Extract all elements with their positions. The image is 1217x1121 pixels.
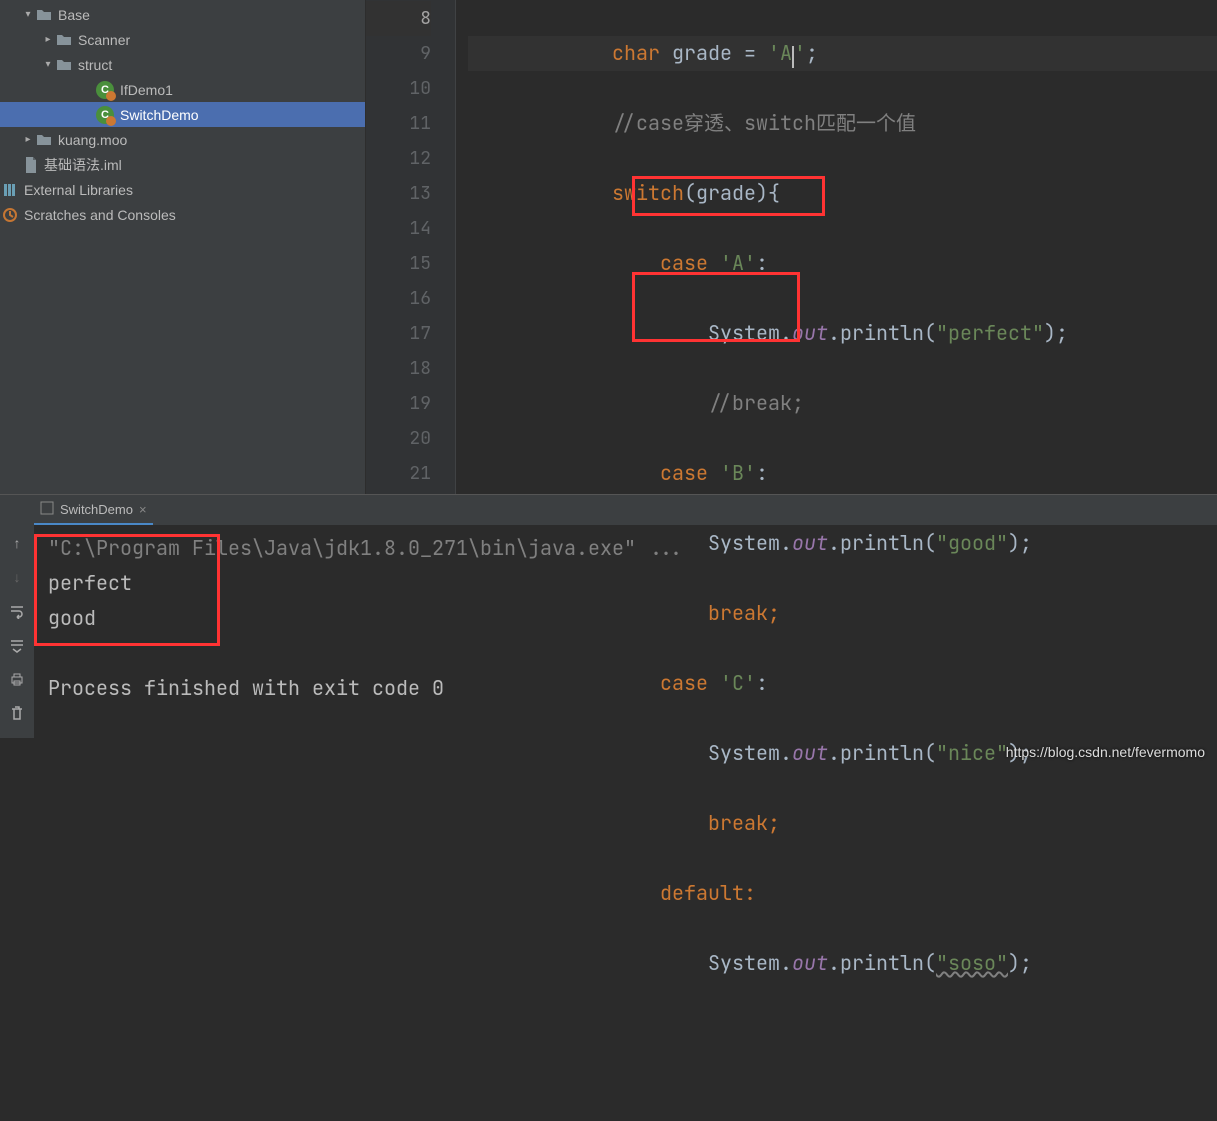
library-icon bbox=[2, 182, 18, 198]
tree-label: IfDemo1 bbox=[120, 82, 173, 98]
console-exit: Process finished with exit code 0 bbox=[48, 671, 1203, 706]
console-command: "C:\Program Files\Java\jdk1.8.0_271\bin\… bbox=[48, 531, 1203, 566]
console-area: SwitchDemo × ↑ ↓ "C:\Program Files\Java\… bbox=[0, 494, 1217, 766]
tree-scratches[interactable]: Scratches and Consoles bbox=[0, 202, 365, 227]
tree-file-iml[interactable]: 基础语法.iml bbox=[0, 152, 365, 177]
console-output[interactable]: "C:\Program Files\Java\jdk1.8.0_271\bin\… bbox=[34, 525, 1217, 738]
java-class-icon: C bbox=[96, 106, 114, 124]
console-tab-label: SwitchDemo bbox=[60, 502, 133, 517]
console-line: good bbox=[48, 601, 1203, 636]
line-number: 20 bbox=[366, 421, 431, 456]
folder-icon bbox=[56, 58, 72, 72]
line-number: 14 bbox=[366, 211, 431, 246]
line-number: 17 bbox=[366, 316, 431, 351]
line-number: 21 bbox=[366, 456, 431, 491]
folder-icon bbox=[56, 33, 72, 47]
file-icon bbox=[24, 157, 38, 173]
chevron-right-icon: ▸ bbox=[40, 34, 56, 45]
code-line[interactable]: break; bbox=[468, 806, 1217, 841]
tree-file-ifdemo[interactable]: C IfDemo1 bbox=[0, 77, 365, 102]
line-number: 10 bbox=[366, 71, 431, 106]
code-line[interactable]: //case穿透、switch匹配一个值 bbox=[468, 106, 1217, 141]
line-number: 9 bbox=[366, 36, 431, 71]
chevron-right-icon: ▸ bbox=[20, 134, 36, 145]
code-line[interactable]: char grade = 'A'; bbox=[468, 36, 1217, 71]
project-tree-sidebar[interactable]: ▾ Base ▸ Scanner ▾ struct C IfDemo1 bbox=[0, 0, 366, 494]
console-tab[interactable]: SwitchDemo × bbox=[34, 495, 153, 525]
caret bbox=[792, 46, 794, 68]
code-content[interactable]: char grade = 'A'; //case穿透、switch匹配一个值 s… bbox=[456, 0, 1217, 494]
scroll-down-icon[interactable]: ↓ bbox=[7, 567, 27, 587]
tree-folder-scanner[interactable]: ▸ Scanner bbox=[0, 27, 365, 52]
main-area: ▾ Base ▸ Scanner ▾ struct C IfDemo1 bbox=[0, 0, 1217, 494]
run-config-icon bbox=[40, 501, 54, 518]
line-number: 11 bbox=[366, 106, 431, 141]
line-number: 19 bbox=[366, 386, 431, 421]
line-gutter: 8 9 10 11 12 13 14 15 16 17 18 19 20 21 bbox=[366, 0, 456, 494]
tree-label: struct bbox=[78, 57, 112, 73]
code-line[interactable]: default: bbox=[468, 876, 1217, 911]
scroll-up-icon[interactable]: ↑ bbox=[7, 533, 27, 553]
tree-folder-base[interactable]: ▾ Base bbox=[0, 2, 365, 27]
tree-folder-struct[interactable]: ▾ struct bbox=[0, 52, 365, 77]
code-line[interactable]: case 'A': bbox=[468, 246, 1217, 281]
tree-label: Base bbox=[58, 7, 90, 23]
code-line[interactable]: System.out.println("perfect"); bbox=[468, 316, 1217, 351]
line-number: 13 bbox=[366, 176, 431, 211]
code-line[interactable]: //break; bbox=[468, 386, 1217, 421]
console-toolbar: ↑ ↓ bbox=[0, 525, 34, 738]
close-icon[interactable]: × bbox=[139, 502, 147, 517]
trash-icon[interactable] bbox=[7, 703, 27, 723]
line-number: 12 bbox=[366, 141, 431, 176]
java-class-icon: C bbox=[96, 81, 114, 99]
tree-file-switchdemo[interactable]: C SwitchDemo bbox=[0, 102, 365, 127]
folder-icon bbox=[36, 133, 52, 147]
tree-label: SwitchDemo bbox=[120, 107, 199, 123]
line-number: 15 bbox=[366, 246, 431, 281]
scratches-icon bbox=[2, 207, 18, 223]
watermark: https://blog.csdn.net/fevermomo bbox=[1006, 744, 1205, 760]
folder-icon bbox=[36, 8, 52, 22]
line-number: 8 bbox=[366, 1, 431, 36]
tree-label: Scratches and Consoles bbox=[24, 207, 176, 223]
chevron-down-icon: ▾ bbox=[40, 59, 56, 70]
print-icon[interactable] bbox=[7, 669, 27, 689]
line-number: 16 bbox=[366, 281, 431, 316]
console-line: perfect bbox=[48, 566, 1203, 601]
tree-label: 基础语法.iml bbox=[44, 155, 122, 175]
scroll-to-end-icon[interactable] bbox=[7, 635, 27, 655]
tree-label: Scanner bbox=[78, 32, 130, 48]
code-line[interactable]: case 'B': bbox=[468, 456, 1217, 491]
tree-label: External Libraries bbox=[24, 182, 133, 198]
console-body: ↑ ↓ "C:\Program Files\Java\jdk1.8.0_271\… bbox=[0, 525, 1217, 738]
soft-wrap-icon[interactable] bbox=[7, 601, 27, 621]
code-line[interactable]: switch(grade){ bbox=[468, 176, 1217, 211]
tree-label: kuang.moo bbox=[58, 132, 127, 148]
line-number: 18 bbox=[366, 351, 431, 386]
chevron-down-icon: ▾ bbox=[20, 9, 36, 20]
tree-folder-kuang[interactable]: ▸ kuang.moo bbox=[0, 127, 365, 152]
code-line[interactable]: System.out.println("soso"); bbox=[468, 946, 1217, 981]
tree-external-libraries[interactable]: External Libraries bbox=[0, 177, 365, 202]
editor-area[interactable]: 8 9 10 11 12 13 14 15 16 17 18 19 20 21 … bbox=[366, 0, 1217, 494]
